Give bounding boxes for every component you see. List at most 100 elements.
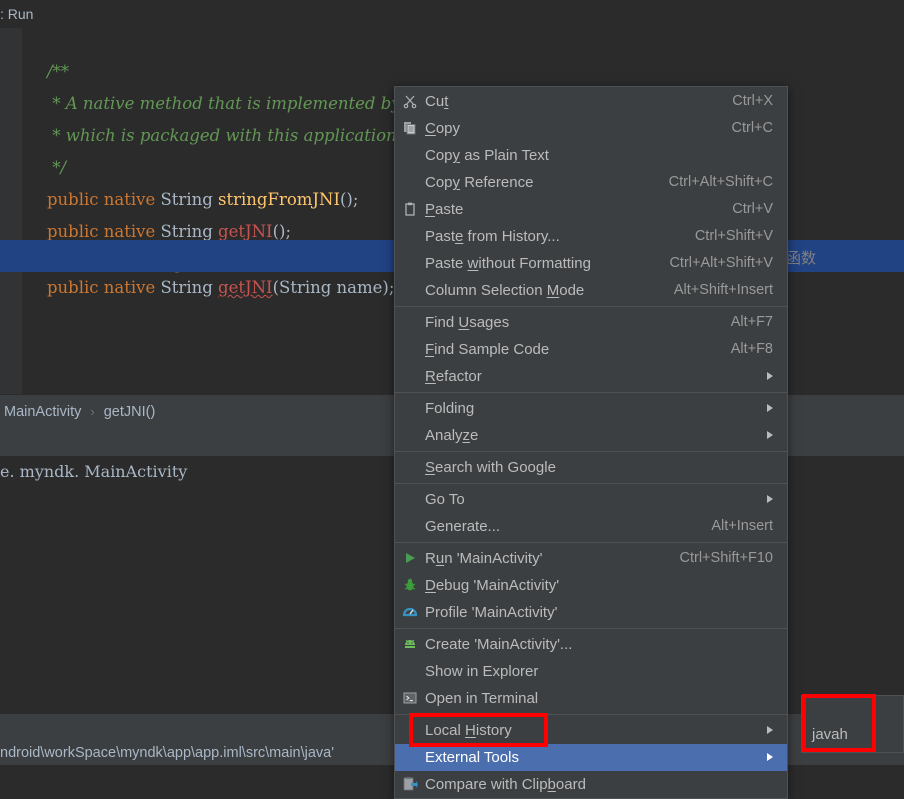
menu-item-create-mainactivity[interactable]: Create 'MainActivity'... (395, 631, 787, 658)
menu-item-label: Column Selection Mode (425, 277, 674, 304)
editor-context-menu[interactable]: Cut Ctrl+X Copy Ctrl+C Copy as Plain Tex… (394, 86, 788, 799)
annotation-box-external-tools (409, 713, 548, 747)
menu-item-label: Paste without Formatting (425, 250, 669, 277)
menu-item-copy-as-plain-text[interactable]: Copy as Plain Text (395, 142, 787, 169)
menu-item-label: Generate... (425, 513, 711, 540)
menu-item-folding[interactable]: Folding (395, 395, 787, 422)
no-icon (395, 422, 425, 449)
menu-separator (395, 451, 787, 452)
menu-item-label: Go To (425, 486, 787, 513)
menu-item-go-to[interactable]: Go To (395, 486, 787, 513)
menu-item-label: Show in Explorer (425, 658, 773, 685)
breadcrumb-class[interactable]: MainActivity (0, 404, 85, 420)
menu-item-show-in-explorer[interactable]: Show in Explorer (395, 658, 787, 685)
menu-item-paste-from-history[interactable]: Paste from History... Ctrl+Shift+V (395, 223, 787, 250)
menu-item-label: Paste (425, 196, 732, 223)
compare-icon (395, 771, 425, 798)
menu-item-find-usages[interactable]: Find Usages Alt+F7 (395, 309, 787, 336)
menu-item-debug-mainactivity[interactable]: Debug 'MainActivity' (395, 572, 787, 599)
console-output-text: e. myndk. MainActivity (0, 462, 187, 481)
menu-item-label: Find Usages (425, 309, 731, 336)
no-icon (395, 169, 425, 196)
chevron-right-icon (767, 404, 773, 412)
menu-item-find-sample-code[interactable]: Find Sample Code Alt+F8 (395, 336, 787, 363)
menu-item-analyze[interactable]: Analyze (395, 422, 787, 449)
annotation-box-javah (802, 694, 876, 752)
menu-item-shortcut: Ctrl+C (732, 115, 788, 142)
cjk-annotation: 函数 (786, 247, 816, 268)
menu-item-refactor[interactable]: Refactor (395, 363, 787, 390)
menu-item-open-in-terminal[interactable]: Open in Terminal (395, 685, 787, 712)
keyword-native: native (104, 278, 155, 297)
terminal-icon (395, 685, 425, 712)
no-icon (395, 658, 425, 685)
menu-item-label: Find Sample Code (425, 336, 731, 363)
no-icon (395, 142, 425, 169)
code-line-2: * A native method that is implemented by… (0, 56, 904, 88)
run-icon (395, 545, 425, 572)
keyword-public: public (47, 278, 99, 297)
menu-item-label: Profile 'MainActivity' (425, 599, 773, 626)
menu-item-label: Folding (425, 395, 787, 422)
menu-item-run-mainactivity[interactable]: Run 'MainActivity' Ctrl+Shift+F10 (395, 545, 787, 572)
code-line-1: /** (0, 24, 904, 56)
no-icon (395, 336, 425, 363)
no-icon (395, 277, 425, 304)
profile-icon (395, 599, 425, 626)
menu-item-shortcut: Ctrl+X (732, 88, 787, 115)
no-icon (395, 223, 425, 250)
menu-item-label: Refactor (425, 363, 787, 390)
menu-item-label: External Tools (425, 744, 787, 771)
menu-item-label: Open in Terminal (425, 685, 773, 712)
menu-item-shortcut: Alt+Insert (711, 513, 787, 540)
clipboard-icon (395, 196, 425, 223)
chevron-right-icon (767, 372, 773, 380)
menu-item-shortcut: Alt+F7 (731, 309, 787, 336)
android-icon (395, 631, 425, 658)
no-icon (395, 744, 425, 771)
menu-item-shortcut: Ctrl+Shift+V (695, 223, 787, 250)
no-icon (395, 395, 425, 422)
menu-item-label: Debug 'MainActivity' (425, 572, 773, 599)
menu-item-shortcut: Alt+F8 (731, 336, 787, 363)
no-icon (395, 486, 425, 513)
menu-item-cut[interactable]: Cut Ctrl+X (395, 88, 787, 115)
menu-item-profile-mainactivity[interactable]: Profile 'MainActivity' (395, 599, 787, 626)
menu-item-label: Copy (425, 115, 732, 142)
menu-item-label: Compare with Clipboard (425, 771, 787, 798)
chevron-right-icon (767, 495, 773, 503)
no-icon (395, 309, 425, 336)
menu-item-paste-without-formatting[interactable]: Paste without Formatting Ctrl+Alt+Shift+… (395, 250, 787, 277)
menu-item-shortcut: Ctrl+Alt+Shift+C (669, 169, 787, 196)
menu-item-column-selection-mode[interactable]: Column Selection Mode Alt+Shift+Insert (395, 277, 787, 304)
menu-separator (395, 392, 787, 393)
menu-item-label: Paste from History... (425, 223, 695, 250)
menu-item-label: Run 'MainActivity' (425, 545, 680, 572)
menu-item-search-with-google[interactable]: Search with Google (395, 454, 787, 481)
menu-separator (395, 306, 787, 307)
breadcrumb-method[interactable]: getJNI() (100, 404, 160, 420)
menu-item-label: Copy as Plain Text (425, 142, 773, 169)
menu-item-label: Search with Google (425, 454, 787, 481)
menu-item-external-tools[interactable]: External Tools (395, 744, 787, 771)
no-icon (395, 363, 425, 390)
menu-item-shortcut: Ctrl+V (732, 196, 787, 223)
menu-item-copy-reference[interactable]: Copy Reference Ctrl+Alt+Shift+C (395, 169, 787, 196)
menu-item-paste[interactable]: Paste Ctrl+V (395, 196, 787, 223)
menu-item-label: Cut (425, 88, 732, 115)
no-icon (395, 454, 425, 481)
menu-item-shortcut: Ctrl+Shift+F10 (680, 545, 788, 572)
copy-icon (395, 115, 425, 142)
no-icon (395, 513, 425, 540)
menu-item-generate[interactable]: Generate... Alt+Insert (395, 513, 787, 540)
chevron-right-icon (767, 726, 773, 734)
menu-item-label: Analyze (425, 422, 787, 449)
scissors-icon (395, 88, 425, 115)
method-name: getJNI (218, 278, 273, 297)
menu-item-copy[interactable]: Copy Ctrl+C (395, 115, 787, 142)
menu-item-compare-with-clipboard[interactable]: Compare with Clipboard (395, 771, 787, 798)
menu-item-label: Create 'MainActivity'... (425, 631, 773, 658)
breadcrumb-separator-icon: › (85, 404, 99, 419)
run-tool-window-tab[interactable]: : Run (0, 0, 43, 28)
no-icon (395, 250, 425, 277)
